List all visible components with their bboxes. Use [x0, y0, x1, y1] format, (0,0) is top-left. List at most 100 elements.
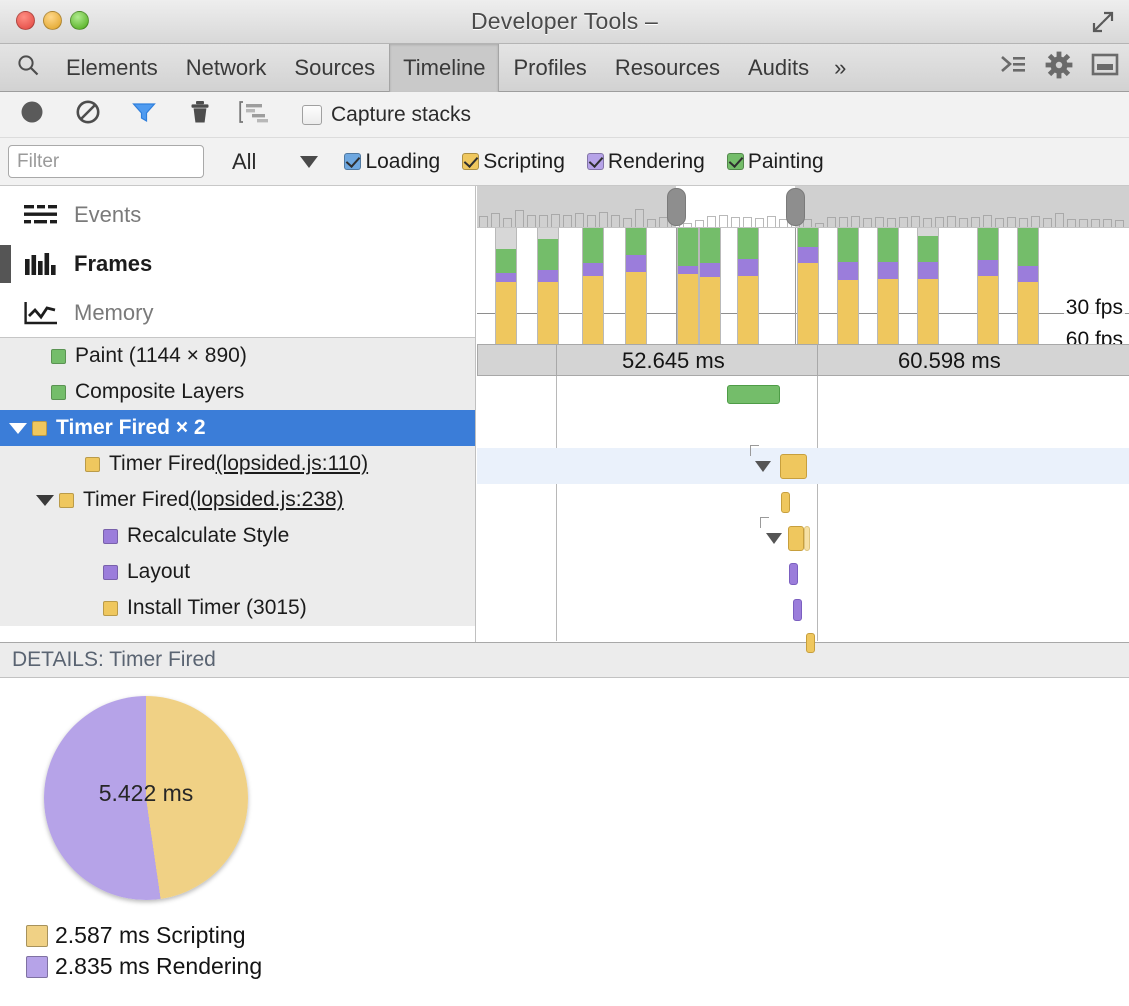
capture-stacks-control[interactable]: Capture stacks	[302, 103, 471, 127]
frame-seg-rendering	[977, 260, 999, 276]
disclosure-triangle-icon[interactable]	[9, 423, 27, 434]
category-swatch	[85, 457, 100, 472]
tree-row[interactable]: Composite Layers	[0, 374, 475, 410]
filter-button[interactable]	[130, 101, 158, 129]
tab-timeline[interactable]: Timeline	[389, 44, 499, 92]
disclosure-triangle-icon[interactable]	[766, 533, 782, 544]
tab-elements[interactable]: Elements	[52, 44, 172, 92]
sidebar-item-frames[interactable]: Frames	[0, 239, 475, 288]
event-row-composite-layers[interactable]	[477, 412, 1129, 448]
rendering-checkbox[interactable]	[587, 153, 604, 170]
category-filter-rendering[interactable]: Rendering	[587, 150, 705, 174]
frame-bar[interactable]	[737, 228, 759, 344]
event-bar-timer-fired-110[interactable]	[781, 492, 790, 513]
chevron-down-icon[interactable]	[300, 156, 318, 168]
frame-seg-scripting	[699, 277, 721, 344]
overview-dim-right	[795, 186, 1129, 227]
painting-checkbox[interactable]	[727, 153, 744, 170]
frame-bar[interactable]	[677, 228, 699, 344]
frame-bar[interactable]	[537, 228, 559, 344]
event-row-timer-fired-110[interactable]	[477, 484, 1129, 520]
event-row-layout[interactable]	[477, 592, 1129, 628]
frame-bar[interactable]	[495, 228, 517, 344]
sidebar-item-memory[interactable]: Memory	[0, 288, 475, 337]
flame-chart-button[interactable]	[242, 101, 270, 129]
frame-seg-painting	[537, 239, 559, 270]
rendering-label: Rendering	[608, 150, 705, 174]
tree-row-label: Composite Layers	[75, 380, 244, 404]
frame-bar[interactable]	[917, 228, 939, 344]
event-bar-install-timer[interactable]	[806, 633, 815, 653]
tab-network[interactable]: Network	[172, 44, 281, 92]
event-row-paint[interactable]	[477, 376, 1129, 412]
funnel-icon	[131, 99, 157, 130]
frame-bar[interactable]	[837, 228, 859, 344]
tab-resources[interactable]: Resources	[601, 44, 734, 92]
event-bar-recalculate-style[interactable]	[789, 563, 798, 585]
tree-row-selected[interactable]: Timer Fired × 2	[0, 410, 475, 446]
clear-button[interactable]	[74, 101, 102, 129]
tree-row[interactable]: Install Timer (3015)	[0, 590, 475, 626]
sidebar-item-events[interactable]: Events	[0, 190, 475, 239]
tree-row-label: Timer Fired	[83, 488, 190, 512]
frames-bar-chart[interactable]: 30 fps 60 fps	[477, 228, 1129, 344]
scripting-checkbox[interactable]	[462, 153, 479, 170]
tab-sources[interactable]: Sources	[280, 44, 389, 92]
frame-seg-rendering	[797, 247, 819, 263]
tab-audits[interactable]: Audits	[734, 44, 823, 92]
category-filter-painting[interactable]: Painting	[727, 150, 824, 174]
dock-side-icon[interactable]	[1091, 52, 1119, 83]
frame-bar[interactable]	[699, 228, 721, 344]
ruler-label-1: 52.645 ms	[622, 348, 725, 374]
console-drawer-icon[interactable]	[999, 52, 1027, 83]
overview-handle-left[interactable]	[667, 188, 686, 226]
search-icon[interactable]	[16, 53, 40, 82]
event-row-install-timer[interactable]	[477, 628, 1129, 664]
legend-swatch-scripting	[26, 925, 48, 947]
event-bar-paint[interactable]	[727, 385, 780, 404]
category-filter-loading[interactable]: Loading	[344, 150, 440, 174]
frame-seg-painting	[699, 228, 721, 263]
duration-filter-select[interactable]: All	[232, 149, 256, 175]
event-row-timer-fired-group[interactable]	[477, 448, 1129, 484]
source-link[interactable]: (lopsided.js:238)	[190, 488, 344, 512]
tree-row[interactable]: Paint (1144 × 890)	[0, 338, 475, 374]
tab-profiles[interactable]: Profiles	[499, 44, 600, 92]
tab-overflow-button[interactable]: »	[823, 44, 857, 92]
disclosure-triangle-icon[interactable]	[755, 461, 771, 472]
record-button[interactable]	[18, 101, 46, 129]
overview-handle-right[interactable]	[786, 188, 805, 226]
frame-seg-rendering	[837, 262, 859, 280]
frame-seg-rendering	[1017, 266, 1039, 282]
gear-icon[interactable]	[1045, 51, 1073, 84]
timeline-overview[interactable]	[477, 186, 1129, 228]
filter-input[interactable]	[8, 145, 204, 178]
event-row-timer-fired-238[interactable]	[477, 520, 1129, 556]
frame-bar[interactable]	[797, 228, 819, 344]
frame-bar[interactable]	[1017, 228, 1039, 344]
frame-bar[interactable]	[582, 228, 604, 344]
event-bar-timer-fired-group[interactable]	[780, 454, 807, 479]
event-bar-layout[interactable]	[793, 599, 802, 621]
event-row-recalculate-style[interactable]	[477, 556, 1129, 592]
event-bar-timer-fired-238-tail[interactable]	[804, 526, 810, 551]
garbage-collect-button[interactable]	[186, 101, 214, 129]
details-pie-chart[interactable]: 5.422 ms	[44, 696, 248, 900]
frame-bar[interactable]	[877, 228, 899, 344]
tree-row[interactable]: Layout	[0, 554, 475, 590]
category-filter-group: Loading Scripting Rendering Painting	[344, 150, 823, 174]
frame-bar[interactable]	[625, 228, 647, 344]
tree-row[interactable]: Timer Fired (lopsided.js:110)	[0, 446, 475, 482]
loading-checkbox[interactable]	[344, 153, 361, 170]
frame-seg-rendering	[625, 255, 647, 272]
tree-row[interactable]: Recalculate Style	[0, 518, 475, 554]
expand-icon[interactable]	[1091, 10, 1115, 34]
category-filter-scripting[interactable]: Scripting	[462, 150, 565, 174]
disclosure-triangle-icon[interactable]	[36, 495, 54, 506]
capture-stacks-checkbox[interactable]	[302, 105, 322, 125]
timeline-sidebar: Events Frames	[0, 186, 476, 642]
source-link[interactable]: (lopsided.js:110)	[216, 452, 369, 476]
event-bar-timer-fired-238[interactable]	[788, 526, 804, 551]
frame-bar[interactable]	[977, 228, 999, 344]
tree-row[interactable]: Timer Fired (lopsided.js:238)	[0, 482, 475, 518]
